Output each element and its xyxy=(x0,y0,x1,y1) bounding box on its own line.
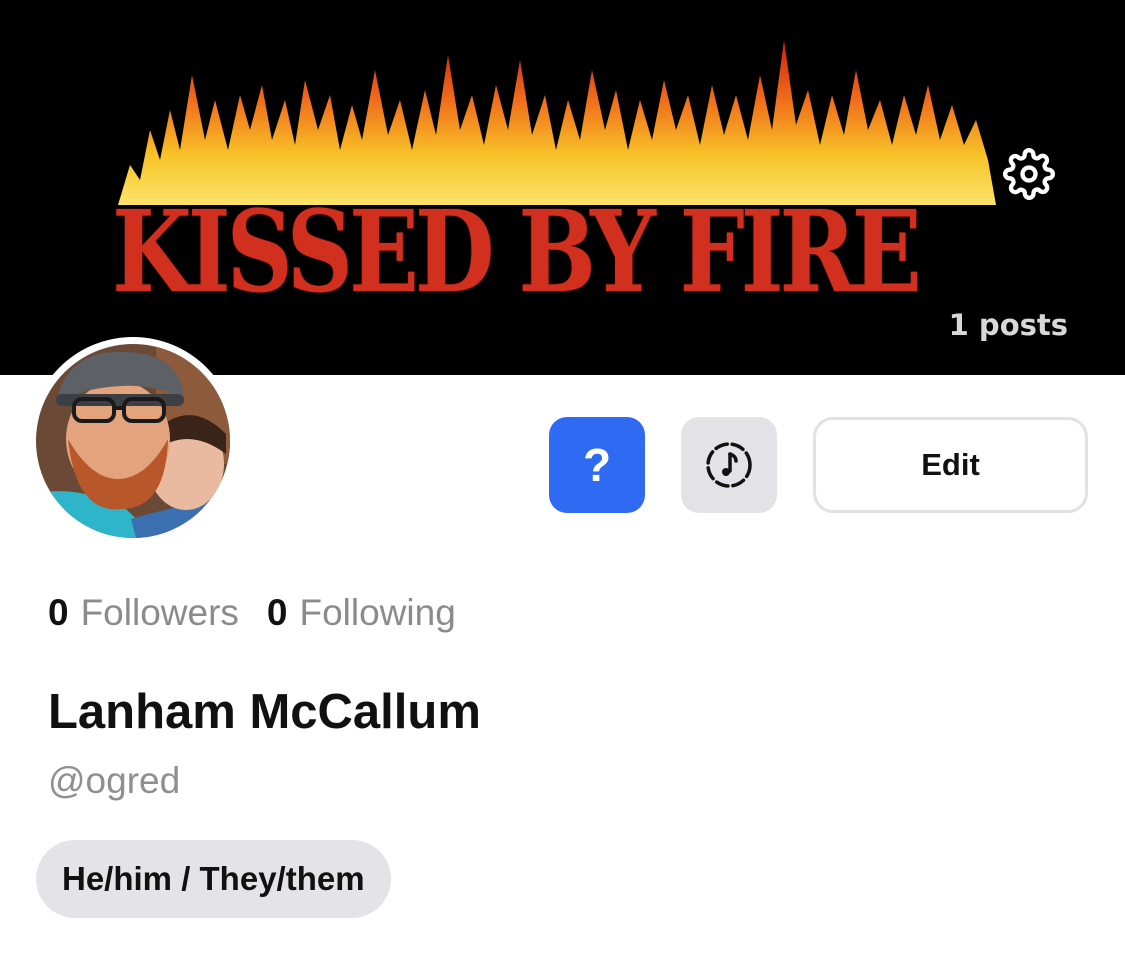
cover-banner: KISSED BY FIRE 1 posts xyxy=(0,0,1125,375)
question-mark-icon: ? xyxy=(583,439,611,491)
followers-label: Followers xyxy=(80,592,239,633)
follow-stats: 0 Followers 0 Following xyxy=(48,592,484,634)
followers-count: 0 xyxy=(48,592,69,633)
following-label: Following xyxy=(299,592,456,633)
edit-profile-button[interactable]: Edit xyxy=(813,417,1088,513)
music-note-icon xyxy=(706,442,752,488)
settings-button[interactable] xyxy=(998,146,1060,202)
gear-icon xyxy=(1003,148,1055,200)
banner-title: KISSED BY FIRE xyxy=(112,187,922,318)
followers-stat[interactable]: 0 Followers xyxy=(48,592,239,634)
username-handle: @ogred xyxy=(48,760,181,801)
avatar-photo xyxy=(36,344,230,538)
pronouns-badge: He/him / They/them xyxy=(36,840,391,918)
posts-count: 1 posts xyxy=(948,308,1068,342)
help-button[interactable]: ? xyxy=(549,417,645,513)
display-name: Lanham McCallum xyxy=(48,685,481,739)
following-count: 0 xyxy=(266,592,288,633)
following-stat[interactable]: 0 Following xyxy=(267,592,456,634)
avatar[interactable] xyxy=(29,337,237,545)
music-button[interactable] xyxy=(681,417,777,513)
svg-text:?: ? xyxy=(583,439,611,491)
